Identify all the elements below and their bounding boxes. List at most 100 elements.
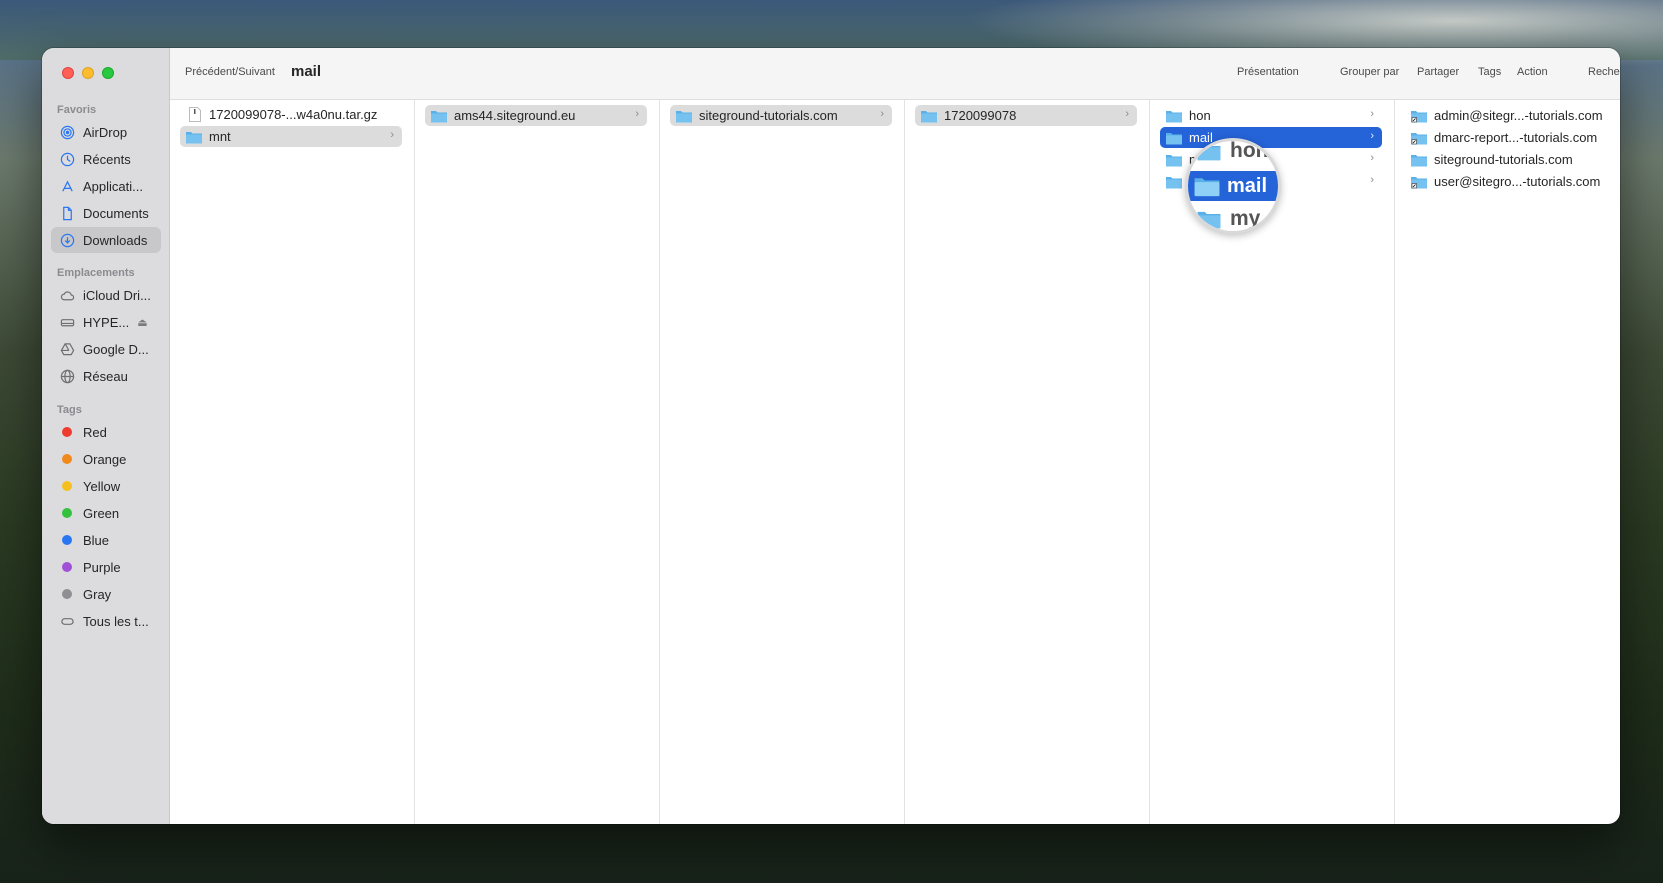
- sidebar-item-label: Tous les t...: [83, 613, 149, 629]
- magnified-row: hon: [1188, 139, 1278, 163]
- folder-icon: [1166, 132, 1182, 144]
- toolbar: Précédent/Suivant mail Présentation Grou…: [170, 48, 1620, 100]
- sidebar: Favoris AirDrop Récents Applicati... Doc…: [42, 48, 170, 824]
- tag-dot-icon: [62, 508, 72, 518]
- chevron-right-icon: ›: [1370, 152, 1374, 164]
- folder-icon: [1166, 154, 1182, 166]
- list-item-label: siteground-tutorials.com: [699, 108, 838, 123]
- column-1: 1720099078-...w4a0nu.tar.gz mnt ›: [170, 100, 415, 824]
- list-item[interactable]: siteground-tutorials.com: [1405, 149, 1620, 170]
- airdrop-icon: [59, 124, 75, 140]
- magnified-label: hon: [1230, 139, 1269, 162]
- sidebar-item-label: Downloads: [83, 232, 148, 248]
- sidebar-item-google-drive[interactable]: Google D...: [51, 336, 161, 362]
- column-6: admin@sitegr...-tutorials.com dmarc-repo…: [1395, 100, 1620, 824]
- list-item[interactable]: admin@sitegr...-tutorials.com: [1405, 105, 1620, 126]
- chevron-right-icon: ›: [1370, 174, 1374, 186]
- list-item-label: admin@sitegr...-tutorials.com: [1434, 108, 1603, 123]
- sidebar-item-label: Gray: [83, 586, 112, 602]
- sidebar-section-tags: Tags: [57, 404, 82, 416]
- sidebar-tag-gray[interactable]: Gray: [51, 581, 161, 607]
- tag-dot-icon: [62, 535, 72, 545]
- folder-icon: [676, 110, 692, 122]
- cloud-icon: [59, 287, 75, 303]
- sidebar-item-label: Yellow: [83, 478, 121, 494]
- sidebar-item-network[interactable]: Réseau: [51, 363, 161, 389]
- document-icon: [59, 205, 75, 221]
- clock-icon: [59, 151, 75, 167]
- sidebar-all-tags[interactable]: Tous les t...: [51, 608, 161, 634]
- folder-icon: [1194, 178, 1220, 197]
- column-browser: 1720099078-...w4a0nu.tar.gz mnt › ams44.…: [170, 100, 1620, 824]
- sidebar-item-label: Blue: [83, 532, 110, 548]
- folder-alias-icon: [1411, 176, 1427, 188]
- magnified-label: mail: [1227, 174, 1268, 197]
- column-4: 1720099078 ›: [905, 100, 1150, 824]
- view-mode-button[interactable]: Présentation: [1237, 66, 1299, 78]
- list-item[interactable]: 1720099078-...w4a0nu.tar.gz: [180, 104, 402, 125]
- sidebar-item-label: Orange: [83, 451, 127, 467]
- list-item[interactable]: 1720099078 ›: [915, 105, 1137, 126]
- chevron-right-icon: ›: [1125, 108, 1129, 120]
- zoom-button[interactable]: [102, 67, 114, 79]
- tag-dot-icon: [62, 427, 72, 437]
- sidebar-item-icloud-drive[interactable]: iCloud Dri...: [51, 282, 161, 308]
- sidebar-tag-orange[interactable]: Orange: [51, 446, 161, 472]
- folder-icon: [1411, 154, 1427, 166]
- list-item[interactable]: ams44.siteground.eu ›: [425, 105, 647, 126]
- list-item[interactable]: user@sitegro...-tutorials.com: [1405, 171, 1620, 192]
- applications-icon: [59, 178, 75, 194]
- sidebar-item-label: Red: [83, 424, 107, 440]
- sidebar-tag-blue[interactable]: Blue: [51, 527, 161, 553]
- sidebar-item-label: Documents: [83, 205, 149, 221]
- share-button[interactable]: Partager: [1417, 66, 1459, 78]
- zoom-magnifier: hon mail my: [1185, 138, 1281, 234]
- close-button[interactable]: [62, 67, 74, 79]
- finder-window: Favoris AirDrop Récents Applicati... Doc…: [42, 48, 1620, 824]
- magnified-row: my: [1188, 207, 1278, 231]
- search-button[interactable]: Rechercher: [1588, 66, 1620, 78]
- tags-button[interactable]: Tags: [1478, 66, 1501, 78]
- list-item[interactable]: siteground-tutorials.com ›: [670, 105, 892, 126]
- sidebar-item-downloads[interactable]: Downloads: [51, 227, 161, 253]
- sidebar-item-applications[interactable]: Applicati...: [51, 173, 161, 199]
- list-item[interactable]: dmarc-report...-tutorials.com: [1405, 127, 1620, 148]
- sidebar-tag-purple[interactable]: Purple: [51, 554, 161, 580]
- tag-dot-icon: [62, 589, 72, 599]
- tag-dot-icon: [62, 481, 72, 491]
- back-forward-button[interactable]: Précédent/Suivant: [185, 66, 275, 78]
- download-icon: [59, 232, 75, 248]
- sidebar-item-recents[interactable]: Récents: [51, 146, 161, 172]
- list-item[interactable]: hon ›: [1160, 105, 1382, 126]
- list-item-label: 1720099078-...w4a0nu.tar.gz: [209, 107, 378, 122]
- folder-icon: [1166, 176, 1182, 188]
- folder-icon: [1166, 110, 1182, 122]
- folder-icon: [431, 110, 447, 122]
- minimize-button[interactable]: [82, 67, 94, 79]
- disk-icon: [59, 314, 75, 330]
- list-item-label: user@sitegro...-tutorials.com: [1434, 174, 1601, 189]
- column-2: ams44.siteground.eu ›: [415, 100, 660, 824]
- sidebar-section-favorites: Favoris: [57, 104, 97, 116]
- sidebar-item-airdrop[interactable]: AirDrop: [51, 119, 161, 145]
- column-3: siteground-tutorials.com ›: [660, 100, 905, 824]
- folder-alias-icon: [1411, 132, 1427, 144]
- folder-icon: [921, 110, 937, 122]
- magnified-row: mail: [1188, 171, 1278, 201]
- list-item[interactable]: mnt ›: [180, 126, 402, 147]
- window-title: mail: [291, 63, 322, 80]
- eject-icon[interactable]: ⏏: [137, 316, 147, 329]
- sidebar-section-locations: Emplacements: [57, 267, 135, 279]
- sidebar-item-label: HYPE...: [83, 314, 130, 330]
- sidebar-item-hype-disk[interactable]: HYPE... ⏏: [51, 309, 161, 335]
- folder-icon: [1197, 211, 1221, 229]
- group-by-button[interactable]: Grouper par: [1340, 66, 1399, 78]
- sidebar-tag-green[interactable]: Green: [51, 500, 161, 526]
- sidebar-item-label: Récents: [83, 151, 131, 167]
- sidebar-tag-red[interactable]: Red: [51, 419, 161, 445]
- sidebar-item-label: Google D...: [83, 341, 149, 357]
- action-button[interactable]: Action: [1517, 66, 1548, 78]
- sidebar-tag-yellow[interactable]: Yellow: [51, 473, 161, 499]
- list-item-label: mnt: [209, 129, 231, 144]
- sidebar-item-documents[interactable]: Documents: [51, 200, 161, 226]
